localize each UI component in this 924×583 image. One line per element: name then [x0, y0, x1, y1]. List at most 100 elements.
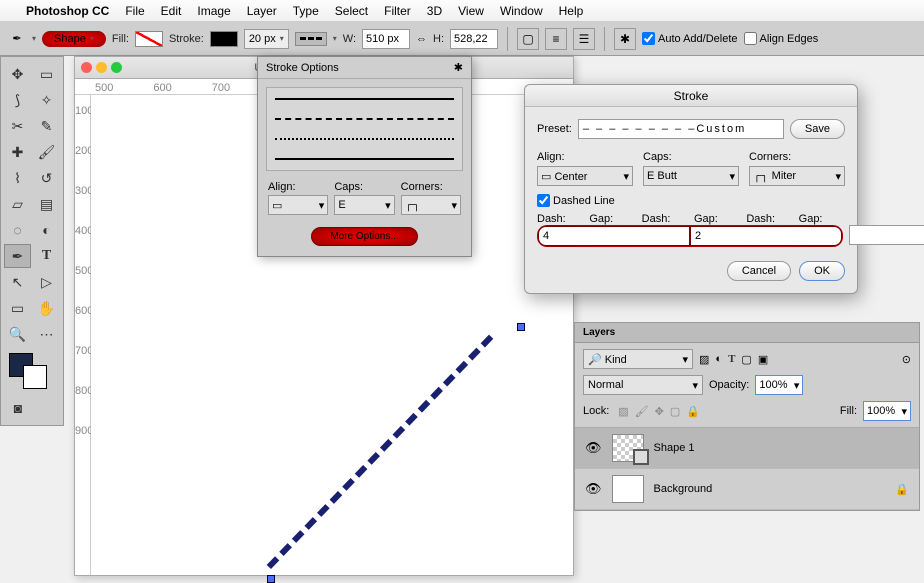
stroke-preset-solid[interactable]	[275, 158, 454, 160]
stroke-preset-list[interactable]	[266, 87, 463, 171]
gear-icon[interactable]: ✱	[614, 28, 636, 50]
path-operations-icon[interactable]: ▢	[517, 28, 539, 50]
layer-thumbnail[interactable]	[612, 434, 644, 462]
menu-3d[interactable]: 3D	[427, 4, 442, 18]
save-button[interactable]: Save	[790, 119, 845, 139]
color-swatches[interactable]	[7, 351, 57, 391]
preset-select[interactable]: – – – – – – – – –Custom	[578, 119, 784, 139]
lock-artboard-icon[interactable]: ▢	[670, 406, 680, 418]
stroke-type-dropdown[interactable]	[295, 32, 327, 46]
visibility-icon[interactable]: 👁	[585, 440, 602, 456]
stroke-preset-solid[interactable]	[275, 98, 454, 100]
filter-toggle-icon[interactable]: ⊙	[902, 353, 911, 366]
heal-tool-icon[interactable]: ✚	[4, 140, 31, 164]
gradient-tool-icon[interactable]: ▤	[33, 192, 60, 216]
eraser-tool-icon[interactable]: ▱	[4, 192, 31, 216]
lock-pixels-icon[interactable]: ▨	[618, 406, 628, 418]
anchor-point[interactable]	[267, 575, 275, 583]
menu-filter[interactable]: Filter	[384, 4, 411, 18]
crop-tool-icon[interactable]: ✂	[4, 114, 31, 138]
filter-pixel-icon[interactable]: ▨	[699, 353, 709, 366]
cancel-button[interactable]: Cancel	[727, 261, 791, 281]
menu-window[interactable]: Window	[500, 4, 543, 18]
more-options-button[interactable]: More Options...	[311, 227, 417, 246]
menu-layer[interactable]: Layer	[247, 4, 277, 18]
dodge-tool-icon[interactable]: ◐	[33, 218, 60, 242]
layer-row[interactable]: 👁 Background 🔒	[575, 469, 919, 510]
panel-tab-layers[interactable]: Layers	[575, 323, 919, 343]
direct-select-icon[interactable]: ▷	[33, 270, 60, 294]
stroke-swatch[interactable]	[210, 31, 238, 47]
quickmask-icon[interactable]: ◙	[4, 396, 32, 420]
auto-add-delete-checkbox[interactable]: Auto Add/Delete	[642, 32, 738, 45]
stroke-preset-dotted[interactable]	[275, 138, 454, 140]
filter-kind-select[interactable]: 🔎 Kind▾	[583, 349, 693, 369]
stroke-preset-dashed[interactable]	[275, 118, 454, 120]
history-brush-icon[interactable]: ↺	[33, 166, 60, 190]
gap1-input[interactable]	[690, 226, 842, 246]
height-input[interactable]	[450, 29, 498, 49]
corners-select[interactable]: ┌┐▾	[401, 195, 461, 215]
blend-mode-select[interactable]: Normal▾	[583, 375, 703, 395]
lock-position-icon[interactable]: ✥	[655, 406, 664, 418]
dash2-input[interactable]	[849, 225, 924, 245]
path-select-tool-icon[interactable]: ↖	[4, 270, 31, 294]
mask-thumbnail[interactable]	[633, 449, 649, 465]
menu-type[interactable]: Type	[293, 4, 319, 18]
hand-tool-icon[interactable]: ✋	[33, 296, 60, 320]
menu-view[interactable]: View	[458, 4, 484, 18]
layer-name[interactable]: Shape 1	[654, 442, 695, 454]
path-alignment-icon[interactable]: ≡	[545, 28, 567, 50]
width-input[interactable]	[362, 29, 410, 49]
link-wh-icon[interactable]: ⇔	[416, 33, 427, 45]
type-tool-icon[interactable]: T	[33, 244, 60, 268]
filter-shape-icon[interactable]: ▢	[741, 353, 751, 366]
marquee-tool-icon[interactable]: ▭	[33, 62, 60, 86]
opacity-input[interactable]: 100%▾	[755, 375, 803, 395]
filter-adjust-icon[interactable]: ◐	[715, 353, 722, 365]
layer-name[interactable]: Background	[654, 483, 713, 495]
filter-smart-icon[interactable]: ▣	[758, 353, 768, 366]
path-arrangement-icon[interactable]: ☰	[573, 28, 595, 50]
gear-icon[interactable]: ✱	[454, 61, 463, 74]
menu-select[interactable]: Select	[335, 4, 368, 18]
zoom-icon[interactable]	[111, 62, 122, 73]
stroke-width-input[interactable]: 20 px▾	[244, 29, 289, 49]
menu-image[interactable]: Image	[197, 4, 230, 18]
background-swatch[interactable]	[23, 365, 47, 389]
filter-type-icon[interactable]: T	[728, 353, 735, 365]
close-icon[interactable]	[81, 62, 92, 73]
caps-select[interactable]: E▾	[334, 195, 394, 215]
wand-tool-icon[interactable]: ✧	[33, 88, 60, 112]
menu-edit[interactable]: Edit	[161, 4, 182, 18]
fill-input[interactable]: 100%▾	[863, 401, 911, 421]
shape-tool-icon[interactable]: ▭	[4, 296, 31, 320]
shape-path[interactable]	[267, 335, 494, 569]
eyedropper-tool-icon[interactable]: ✎	[33, 114, 60, 138]
brush-tool-icon[interactable]: 🖌	[33, 140, 60, 164]
stroke-options-toggle[interactable]: ▾	[333, 34, 337, 43]
ok-button[interactable]: OK	[799, 261, 845, 281]
menu-help[interactable]: Help	[559, 4, 584, 18]
lock-paint-icon[interactable]: 🖌	[635, 406, 649, 418]
lock-all-icon[interactable]: 🔒	[686, 406, 700, 418]
anchor-point[interactable]	[517, 323, 525, 331]
visibility-icon[interactable]: 👁	[585, 481, 602, 497]
align-edges-checkbox[interactable]: Align Edges	[744, 32, 819, 45]
stamp-tool-icon[interactable]: ⌇	[4, 166, 31, 190]
layer-row[interactable]: 👁 Shape 1	[575, 428, 919, 469]
align-select[interactable]: ▭▾	[268, 195, 328, 215]
blur-tool-icon[interactable]: ◌	[4, 218, 31, 242]
dash1-input[interactable]	[538, 226, 690, 246]
extra-tool-icon[interactable]: ⋯	[33, 322, 60, 346]
pen-tool-icon[interactable]: ✒	[4, 244, 31, 268]
minimize-icon[interactable]	[96, 62, 107, 73]
lasso-tool-icon[interactable]: ⟆	[4, 88, 31, 112]
align-select[interactable]: ▭ Center▾	[537, 166, 633, 186]
pen-tool-icon[interactable]: ✒	[8, 30, 26, 48]
dashed-line-checkbox[interactable]: Dashed Line	[537, 194, 845, 207]
corners-select[interactable]: ┌┐ Miter▾	[749, 166, 845, 186]
app-name[interactable]: Photoshop CC	[26, 4, 109, 18]
zoom-tool-icon[interactable]: 🔍	[4, 322, 31, 346]
tool-preset-dropdown[interactable]: ▾	[32, 34, 36, 43]
